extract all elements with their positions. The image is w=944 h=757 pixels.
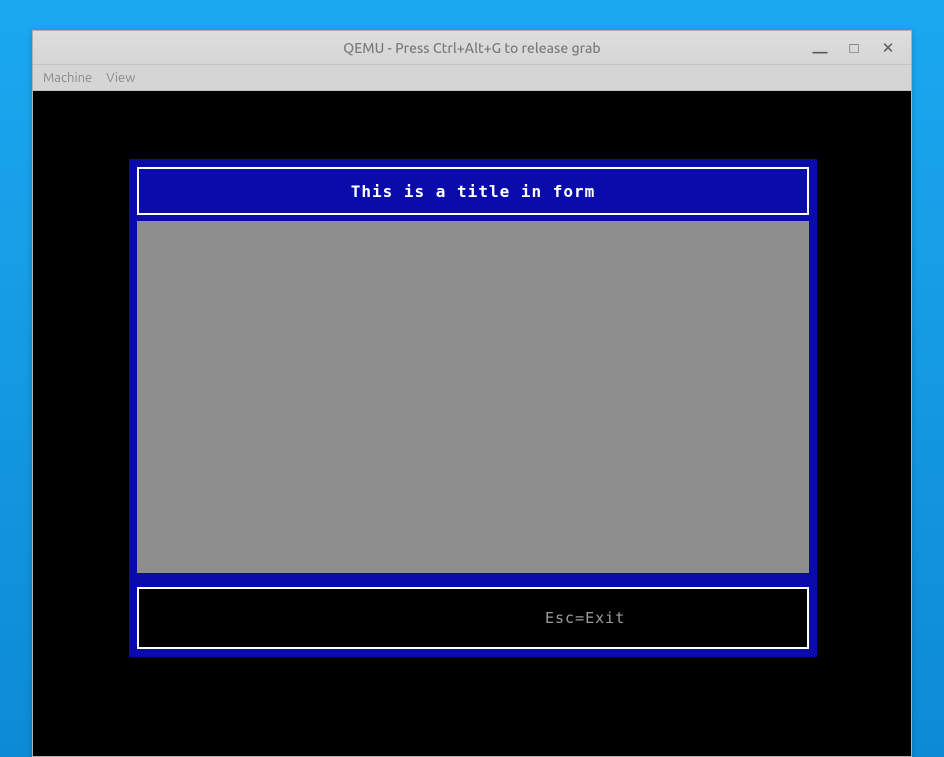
- menu-view[interactable]: View: [106, 71, 135, 85]
- window-title: QEMU - Press Ctrl+Alt+G to release grab: [343, 40, 600, 56]
- close-button[interactable]: ✕: [879, 39, 897, 57]
- menubar: Machine View: [33, 65, 911, 91]
- qemu-window: QEMU - Press Ctrl+Alt+G to release grab …: [32, 30, 912, 757]
- titlebar[interactable]: QEMU - Press Ctrl+Alt+G to release grab …: [33, 31, 911, 65]
- form-footer-box: Esc=Exit: [137, 587, 809, 649]
- vm-display[interactable]: This is a title in form Esc=Exit: [33, 91, 911, 756]
- form-footer-hint: Esc=Exit: [545, 609, 625, 627]
- menu-machine[interactable]: Machine: [43, 71, 92, 85]
- maximize-button[interactable]: □: [845, 39, 863, 57]
- bios-form: This is a title in form Esc=Exit: [129, 159, 817, 657]
- window-controls: — □ ✕: [811, 31, 905, 65]
- form-body: [137, 221, 809, 573]
- form-title: This is a title in form: [351, 182, 596, 201]
- minimize-button[interactable]: —: [811, 43, 829, 60]
- form-title-box: This is a title in form: [137, 167, 809, 215]
